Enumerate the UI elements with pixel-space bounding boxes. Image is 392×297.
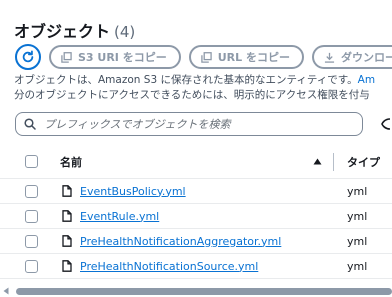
objects-table: 名前 タイプ EventBusPolicy.yml yml EventRule.…: [0, 145, 392, 279]
row-checkbox[interactable]: [25, 259, 38, 273]
file-icon: [62, 185, 72, 197]
chevron-left-icon[interactable]: [3, 287, 9, 295]
toolbar: S3 URI をコピー URL をコピー ダウンロー: [15, 44, 392, 70]
copy-icon: [61, 51, 72, 63]
page-title: オブジェクト: [14, 22, 111, 41]
page-header: オブジェクト (4): [14, 18, 135, 42]
copy-s3-uri-button[interactable]: S3 URI をコピー: [49, 45, 181, 69]
row-checkbox[interactable]: [25, 234, 38, 248]
object-type: yml: [347, 234, 368, 248]
object-count: (4): [114, 23, 136, 41]
object-name-link[interactable]: PreHealthNotificationSource.yml: [80, 260, 258, 273]
object-type: yml: [347, 184, 368, 198]
objects-description: オブジェクトは、Amazon S3 に保存された基本的なエンティティです。Am …: [14, 73, 392, 103]
refresh-button[interactable]: [15, 44, 41, 70]
object-name-link[interactable]: EventBusPolicy.yml: [80, 185, 186, 198]
copy-url-button[interactable]: URL をコピー: [188, 45, 304, 69]
download-label: ダウンロー: [340, 51, 392, 64]
copy-url-label: URL をコピー: [217, 51, 290, 64]
pagination-icon[interactable]: [378, 117, 392, 131]
table-row: PreHealthNotificationSource.yml yml: [0, 254, 392, 279]
file-icon: [62, 210, 72, 222]
description-line2: 分のオブジェクトにアクセスできるためには、明示的にアクセス権限を付与: [14, 89, 370, 101]
download-button[interactable]: ダウンロー: [311, 45, 392, 69]
column-divider[interactable]: [333, 153, 334, 171]
file-icon: [62, 235, 72, 247]
search-box: [15, 112, 363, 136]
column-header-name[interactable]: 名前: [60, 154, 82, 170]
object-type: yml: [347, 259, 368, 273]
refresh-icon: [22, 50, 34, 63]
column-header-type[interactable]: タイプ: [347, 154, 380, 170]
object-name-link[interactable]: PreHealthNotificationAggregator.yml: [80, 235, 281, 248]
object-type: yml: [347, 209, 368, 223]
scrollbar-thumb[interactable]: [16, 288, 392, 295]
search-input[interactable]: [44, 117, 344, 131]
description-link[interactable]: Am: [358, 74, 375, 86]
description-line1: オブジェクトは、Amazon S3 に保存された基本的なエンティティです。: [14, 74, 358, 86]
horizontal-scrollbar[interactable]: [0, 285, 392, 297]
file-icon: [62, 260, 72, 272]
copy-icon: [201, 51, 212, 63]
select-all-checkbox[interactable]: [25, 155, 38, 168]
download-icon: [324, 52, 335, 63]
row-checkbox[interactable]: [25, 184, 38, 198]
copy-s3-uri-label: S3 URI をコピー: [78, 51, 167, 64]
sort-up-icon[interactable]: [313, 158, 322, 165]
search-icon: [24, 118, 36, 130]
object-name-link[interactable]: EventRule.yml: [80, 210, 159, 223]
table-row: EventRule.yml yml: [0, 204, 392, 229]
table-row: PreHealthNotificationAggregator.yml yml: [0, 229, 392, 254]
row-checkbox[interactable]: [25, 209, 38, 223]
table-row: EventBusPolicy.yml yml: [0, 179, 392, 204]
table-header: 名前 タイプ: [0, 145, 392, 179]
